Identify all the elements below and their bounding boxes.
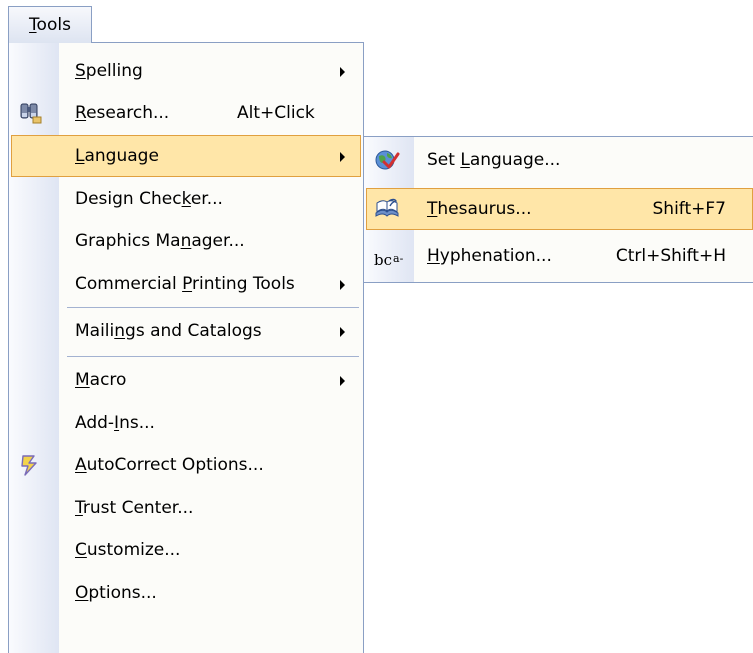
menu-item-label: Design Checker... bbox=[75, 189, 223, 209]
menu-item-shortcut: Alt+Click bbox=[237, 103, 315, 123]
menu-item-research[interactable]: Research... Alt+Click bbox=[9, 92, 363, 134]
menu-separator bbox=[67, 307, 359, 308]
menu-item-label: Customize... bbox=[75, 540, 181, 560]
autocorrect-lightning-icon bbox=[19, 453, 43, 477]
submenu-item-label: Set Language... bbox=[427, 150, 561, 170]
submenu-item-label: Hyphenation... bbox=[427, 246, 552, 266]
hyphenation-icon: bc a- bbox=[374, 251, 404, 269]
menu-item-customize[interactable]: Customize... bbox=[9, 529, 363, 571]
menu-item-label: Language bbox=[75, 146, 159, 166]
menu-item-label: Research... bbox=[75, 103, 170, 123]
tools-menu-label: Tools bbox=[29, 15, 71, 35]
submenu-item-label: Thesaurus... bbox=[427, 199, 532, 219]
submenu-arrow-icon bbox=[340, 376, 345, 386]
menu-item-design-checker[interactable]: Design Checker... bbox=[9, 178, 363, 220]
menu-item-macro[interactable]: Macro bbox=[9, 359, 363, 401]
menu-item-options[interactable]: Options... bbox=[9, 572, 363, 614]
menu-item-mailings-and-catalogs[interactable]: Mailings and Catalogs bbox=[9, 310, 363, 352]
menu-item-label: Trust Center... bbox=[75, 498, 194, 518]
submenu-item-shortcut: Shift+F7 bbox=[652, 199, 726, 219]
menu-item-label: Spelling bbox=[75, 61, 143, 81]
submenu-item-set-language[interactable]: Set Language... bbox=[364, 139, 753, 181]
menu-item-label: Macro bbox=[75, 370, 127, 390]
menu-item-label: Add-Ins... bbox=[75, 413, 155, 433]
menu-item-label: Options... bbox=[75, 583, 157, 603]
menu-item-label: Mailings and Catalogs bbox=[75, 321, 262, 341]
menu-item-commercial-printing-tools[interactable]: Commercial Printing Tools bbox=[9, 263, 363, 305]
menu-item-trust-center[interactable]: Trust Center... bbox=[9, 487, 363, 529]
research-binoculars-icon bbox=[19, 101, 43, 125]
menu-item-autocorrect-options[interactable]: AutoCorrect Options... bbox=[9, 444, 363, 486]
menu-item-label: Graphics Manager... bbox=[75, 231, 245, 251]
submenu-arrow-icon bbox=[340, 280, 345, 290]
tools-dropdown-menu: Spelling Research... Alt+Click Language … bbox=[8, 42, 364, 653]
submenu-arrow-icon bbox=[340, 327, 345, 337]
menu-item-label: AutoCorrect Options... bbox=[75, 455, 264, 475]
thesaurus-book-icon bbox=[374, 197, 400, 221]
menu-item-add-ins[interactable]: Add-Ins... bbox=[9, 402, 363, 444]
menu-item-spelling[interactable]: Spelling bbox=[9, 50, 363, 92]
submenu-arrow-icon bbox=[340, 67, 345, 77]
menu-separator bbox=[67, 356, 359, 357]
submenu-arrow-icon bbox=[340, 152, 345, 162]
menu-item-label: Commercial Printing Tools bbox=[75, 274, 295, 294]
menu-item-language[interactable]: Language bbox=[11, 135, 361, 177]
submenu-item-hyphenation[interactable]: bc a- Hyphenation... Ctrl+Shift+H bbox=[364, 235, 753, 277]
language-submenu: Set Language... Thesaurus... Shift+F7 bc… bbox=[363, 136, 753, 283]
submenu-item-thesaurus[interactable]: Thesaurus... Shift+F7 bbox=[366, 188, 753, 230]
submenu-item-shortcut: Ctrl+Shift+H bbox=[615, 246, 726, 266]
tools-menu-button[interactable]: Tools bbox=[8, 6, 92, 43]
menu-item-graphics-manager[interactable]: Graphics Manager... bbox=[9, 220, 363, 262]
set-language-globe-check-icon bbox=[374, 148, 400, 172]
